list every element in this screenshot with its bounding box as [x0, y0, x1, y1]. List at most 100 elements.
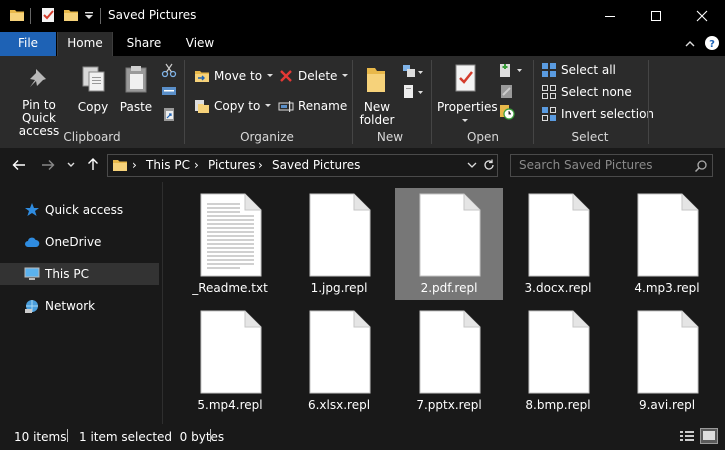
breadcrumb-this-pc[interactable]: This PC — [146, 158, 190, 172]
select-none-button[interactable]: Select none — [541, 84, 632, 100]
address-dropdown-icon[interactable] — [467, 162, 477, 170]
breadcrumb-chevron-icon[interactable]: › — [194, 158, 199, 172]
move-to-label: Move to — [214, 69, 263, 83]
file-item-selected[interactable]: 2.pdf.repl — [395, 188, 503, 300]
minimize-icon — [605, 16, 615, 17]
rename-label: Rename — [298, 99, 348, 113]
nav-item-onedrive[interactable]: OneDrive — [0, 231, 159, 253]
blank-file-icon — [528, 310, 590, 394]
search-input[interactable]: Search Saved Pictures — [519, 158, 652, 172]
search-icon[interactable] — [694, 159, 708, 173]
computer-icon — [24, 267, 40, 280]
up-arrow-icon[interactable] — [85, 156, 101, 172]
cloud-icon — [25, 237, 40, 247]
explorer-window: Saved Pictures File Home Share View ? Pi… — [0, 0, 725, 450]
refresh-icon[interactable] — [482, 158, 496, 172]
open-icon[interactable] — [499, 62, 525, 78]
breadcrumb-chevron-icon[interactable]: › — [132, 158, 137, 172]
chevron-down-icon — [462, 119, 468, 122]
file-list: _Readme.txt 1.jpg.repl 2.pdf.repl 3.docx… — [163, 182, 725, 424]
group-separator — [533, 60, 534, 144]
search-box[interactable]: Search Saved Pictures — [510, 154, 713, 177]
group-separator — [184, 60, 185, 144]
move-to-button[interactable]: Move to — [194, 68, 274, 84]
forward-arrow-icon[interactable] — [40, 157, 56, 173]
nav-label: Network — [45, 299, 96, 313]
file-item[interactable]: 1.jpg.repl — [285, 188, 393, 300]
breadcrumb-pictures[interactable]: Pictures — [208, 158, 256, 172]
copy-button[interactable]: Copy — [76, 64, 110, 114]
edit-icon[interactable] — [499, 83, 515, 99]
file-item[interactable]: 7.pptx.repl — [395, 305, 503, 417]
breadcrumb-saved-pictures[interactable]: Saved Pictures — [272, 158, 360, 172]
nav-label: OneDrive — [45, 235, 102, 249]
file-name: 4.mp3.repl — [634, 281, 700, 295]
blank-file-icon — [309, 310, 371, 394]
easy-access-icon[interactable] — [402, 84, 424, 100]
new-item-icon[interactable] — [402, 64, 424, 80]
select-all-icon — [542, 63, 556, 77]
copy-to-button[interactable]: Copy to — [194, 98, 272, 114]
new-folder-button[interactable]: New folder — [357, 64, 395, 127]
select-all-label: Select all — [561, 63, 616, 77]
file-item[interactable]: 6.xlsx.repl — [285, 305, 393, 417]
file-name: 2.pdf.repl — [420, 281, 478, 295]
nav-item-quick-access[interactable]: Quick access — [0, 199, 159, 221]
pin-to-quick-access-button[interactable]: Pin to Quick access — [4, 66, 74, 138]
maximize-button[interactable] — [633, 0, 679, 32]
address-row: › This PC › Pictures › Saved Pictures Se… — [0, 148, 725, 182]
blank-file-icon — [200, 310, 262, 394]
properties-quick-icon[interactable] — [40, 7, 56, 23]
file-name: 6.xlsx.repl — [307, 398, 371, 412]
minimize-button[interactable] — [587, 0, 633, 32]
blank-file-icon — [309, 193, 371, 277]
cut-icon[interactable] — [161, 62, 177, 78]
rename-button[interactable]: Rename — [278, 98, 347, 114]
nav-item-network[interactable]: Network — [0, 295, 159, 317]
folder-icon — [113, 160, 127, 171]
paste-button[interactable]: Paste — [117, 64, 155, 114]
nav-item-this-pc[interactable]: This PC — [0, 263, 159, 285]
blank-file-icon — [419, 193, 481, 277]
customize-quick-access-icon[interactable] — [84, 7, 94, 23]
copy-path-icon[interactable] — [161, 85, 177, 97]
chevron-down-icon — [267, 74, 274, 77]
organize-group-label: Organize — [240, 130, 294, 144]
address-bar[interactable]: › This PC › Pictures › Saved Pictures — [107, 154, 498, 177]
large-icons-view-icon[interactable] — [700, 428, 718, 444]
select-all-button[interactable]: Select all — [541, 62, 616, 78]
file-item[interactable]: 9.avi.repl — [613, 305, 721, 417]
file-item[interactable]: 4.mp3.repl — [613, 188, 721, 300]
delete-button[interactable]: Delete — [278, 68, 349, 84]
tab-file[interactable]: File — [0, 32, 56, 56]
minimize-ribbon-icon[interactable] — [684, 39, 696, 49]
tab-home[interactable]: Home — [57, 32, 113, 56]
properties-button[interactable]: Properties — [437, 62, 498, 127]
file-item[interactable]: 8.bmp.repl — [504, 305, 612, 417]
file-item[interactable]: 5.mp4.repl — [176, 305, 284, 417]
recent-locations-icon[interactable] — [66, 160, 76, 170]
group-separator — [352, 60, 353, 144]
details-view-icon[interactable] — [679, 429, 695, 443]
tab-share[interactable]: Share — [122, 32, 166, 56]
history-icon[interactable] — [499, 104, 515, 120]
move-to-icon — [195, 71, 209, 82]
file-item[interactable]: _Readme.txt — [176, 188, 284, 300]
tab-view[interactable]: View — [178, 32, 222, 56]
nav-label: Quick access — [45, 203, 124, 217]
group-separator — [648, 60, 649, 144]
file-name: 8.bmp.repl — [525, 398, 591, 412]
file-item[interactable]: 3.docx.repl — [504, 188, 612, 300]
paste-shortcut-icon[interactable] — [161, 106, 177, 122]
close-button[interactable] — [679, 0, 725, 32]
help-icon[interactable]: ? — [704, 35, 720, 51]
invert-selection-button[interactable]: Invert selection — [541, 106, 654, 122]
new-folder-quick-icon[interactable] — [63, 7, 79, 23]
breadcrumb-chevron-icon[interactable]: › — [258, 158, 263, 172]
pin-icon — [30, 69, 46, 87]
back-arrow-icon[interactable] — [11, 157, 27, 173]
file-name: 9.avi.repl — [638, 398, 696, 412]
delete-icon — [280, 70, 292, 82]
title-separator — [30, 8, 31, 24]
blank-file-icon — [637, 310, 699, 394]
